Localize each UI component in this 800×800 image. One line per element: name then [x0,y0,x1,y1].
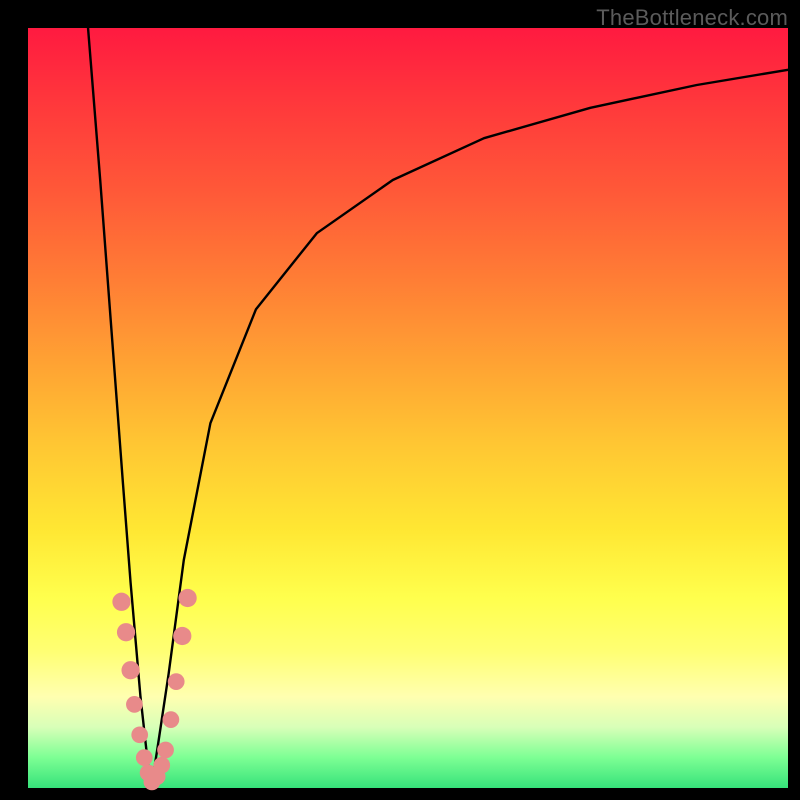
sample-point [178,589,196,607]
sample-point [112,593,130,611]
sample-point [126,696,143,713]
sample-point [121,661,139,679]
sample-point [168,673,185,690]
curve-left-branch [88,28,151,788]
sample-point [117,623,135,641]
watermark-text: TheBottleneck.com [596,5,788,31]
sample-point [157,742,174,759]
sample-point [173,627,191,645]
sample-point [136,749,153,766]
plot-area [28,28,788,788]
sample-point [163,711,180,728]
sample-point [153,757,170,774]
curve-right-branch [151,70,788,788]
chart-frame: TheBottleneck.com [0,0,800,800]
chart-svg [28,28,788,788]
sample-point [131,726,148,743]
